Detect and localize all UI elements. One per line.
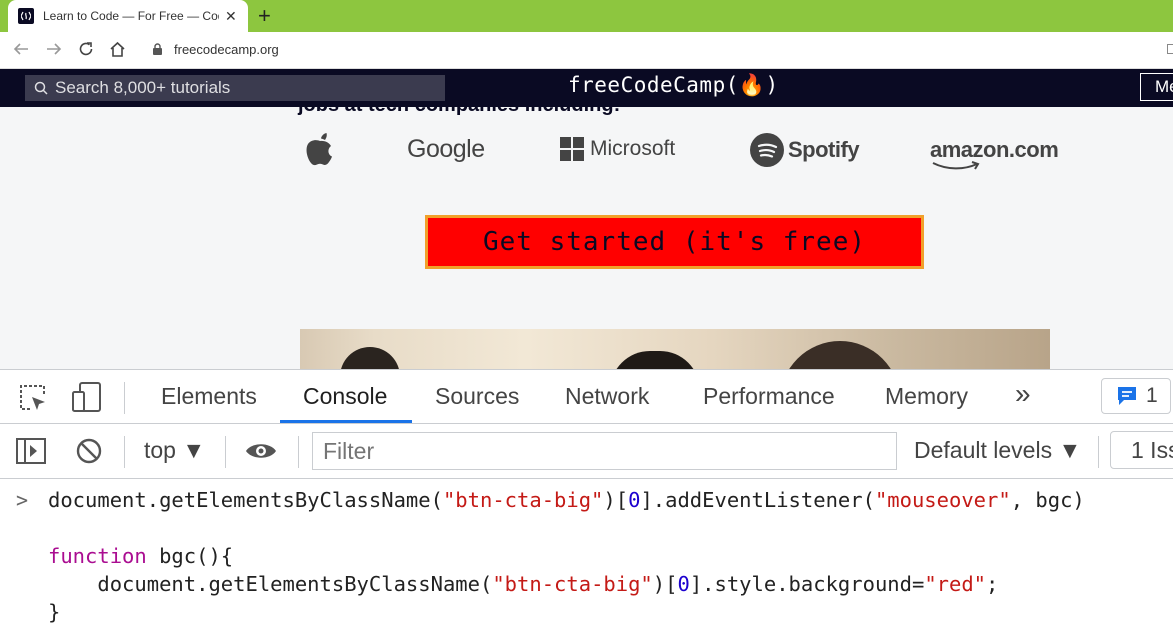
- landing-page-content: jobs at tech companies including: Google…: [0, 107, 1173, 369]
- active-tab-indicator: [280, 420, 412, 423]
- tab-network[interactable]: Network: [565, 383, 649, 410]
- microsoft-logo: Microsoft: [560, 137, 675, 161]
- tab-console[interactable]: Console: [303, 383, 387, 410]
- apple-logo-icon: [305, 132, 335, 171]
- search-icon: [34, 81, 48, 95]
- inspect-element-icon[interactable]: [18, 383, 48, 418]
- amazon-logo-text: amazon.com: [930, 137, 1059, 162]
- console-code-line-2[interactable]: function bgc(){: [48, 544, 233, 568]
- sidebar-toggle-icon[interactable]: [16, 437, 46, 470]
- home-icon[interactable]: [109, 41, 126, 61]
- console-code-line-3[interactable]: document.getElementsByClassName("btn-cta…: [48, 572, 998, 596]
- toolbar-separator: [1098, 436, 1099, 468]
- jobs-text: jobs at tech companies including:: [298, 107, 620, 117]
- spotify-logo-text: Spotify: [788, 137, 860, 162]
- more-tabs-icon[interactable]: »: [1015, 378, 1031, 410]
- microsoft-logo-text: Microsoft: [590, 137, 676, 160]
- close-tab-icon[interactable]: ✕: [225, 8, 237, 25]
- context-selector[interactable]: top ▼: [144, 437, 205, 464]
- fcc-logo[interactable]: freeCodeCamp(🔥): [568, 73, 779, 98]
- tab-elements[interactable]: Elements: [161, 383, 257, 410]
- hero-photo: [300, 329, 1050, 369]
- fcc-favicon-icon: [18, 8, 34, 24]
- clear-console-icon[interactable]: [75, 437, 103, 470]
- spotify-circle-icon: [750, 133, 784, 167]
- console-prompt-icon: >: [16, 488, 29, 512]
- tab-sources[interactable]: Sources: [435, 383, 519, 410]
- toolbar-separator: [124, 436, 125, 468]
- live-expression-eye-icon[interactable]: [244, 440, 278, 467]
- back-icon[interactable]: [13, 41, 29, 60]
- issues-badge-button[interactable]: 1: [1101, 378, 1171, 414]
- issues-counter-button[interactable]: 1 Issue: [1110, 431, 1173, 469]
- spotify-logo: Spotify: [750, 133, 860, 167]
- lock-icon[interactable]: [152, 43, 163, 61]
- tab-memory[interactable]: Memory: [885, 383, 968, 410]
- get-started-button[interactable]: Get started (it's free): [425, 215, 924, 269]
- new-tab-button[interactable]: +: [258, 3, 271, 29]
- browser-tab[interactable]: Learn to Code — For Free — Coding Course…: [8, 0, 248, 32]
- site-menu-button[interactable]: Menu: [1140, 73, 1173, 101]
- issues-badge-count: 1: [1146, 384, 1158, 407]
- browser-tab-title: Learn to Code — For Free — Coding Course…: [43, 9, 219, 23]
- console-code-line-1[interactable]: document.getElementsByClassName("btn-cta…: [48, 488, 1085, 512]
- reload-icon[interactable]: [78, 41, 94, 60]
- console-filter-input[interactable]: [312, 432, 897, 470]
- toolbar-separator: [124, 382, 125, 414]
- get-started-label: Get started (it's free): [482, 227, 867, 257]
- toolbar-separator: [298, 436, 299, 468]
- amazon-smile-icon: [932, 161, 980, 170]
- console-code-line-4[interactable]: }: [48, 600, 60, 624]
- microsoft-windows-icon: [560, 137, 584, 161]
- toolbar-separator: [225, 436, 226, 468]
- google-logo: Google: [407, 135, 485, 163]
- site-search-input[interactable]: Search 8,000+ tutorials: [25, 75, 445, 101]
- amazon-logo: amazon.com: [930, 137, 1059, 170]
- device-toolbar-icon[interactable]: [70, 381, 104, 418]
- site-search-placeholder: Search 8,000+ tutorials: [55, 78, 231, 97]
- message-icon: [1118, 387, 1136, 405]
- address-bar-url[interactable]: freecodecamp.org: [174, 42, 279, 57]
- tab-performance[interactable]: Performance: [703, 383, 835, 410]
- forward-icon[interactable]: [46, 41, 62, 60]
- log-levels-dropdown[interactable]: Default levels ▼: [914, 437, 1081, 464]
- extension-icon[interactable]: [1167, 44, 1173, 54]
